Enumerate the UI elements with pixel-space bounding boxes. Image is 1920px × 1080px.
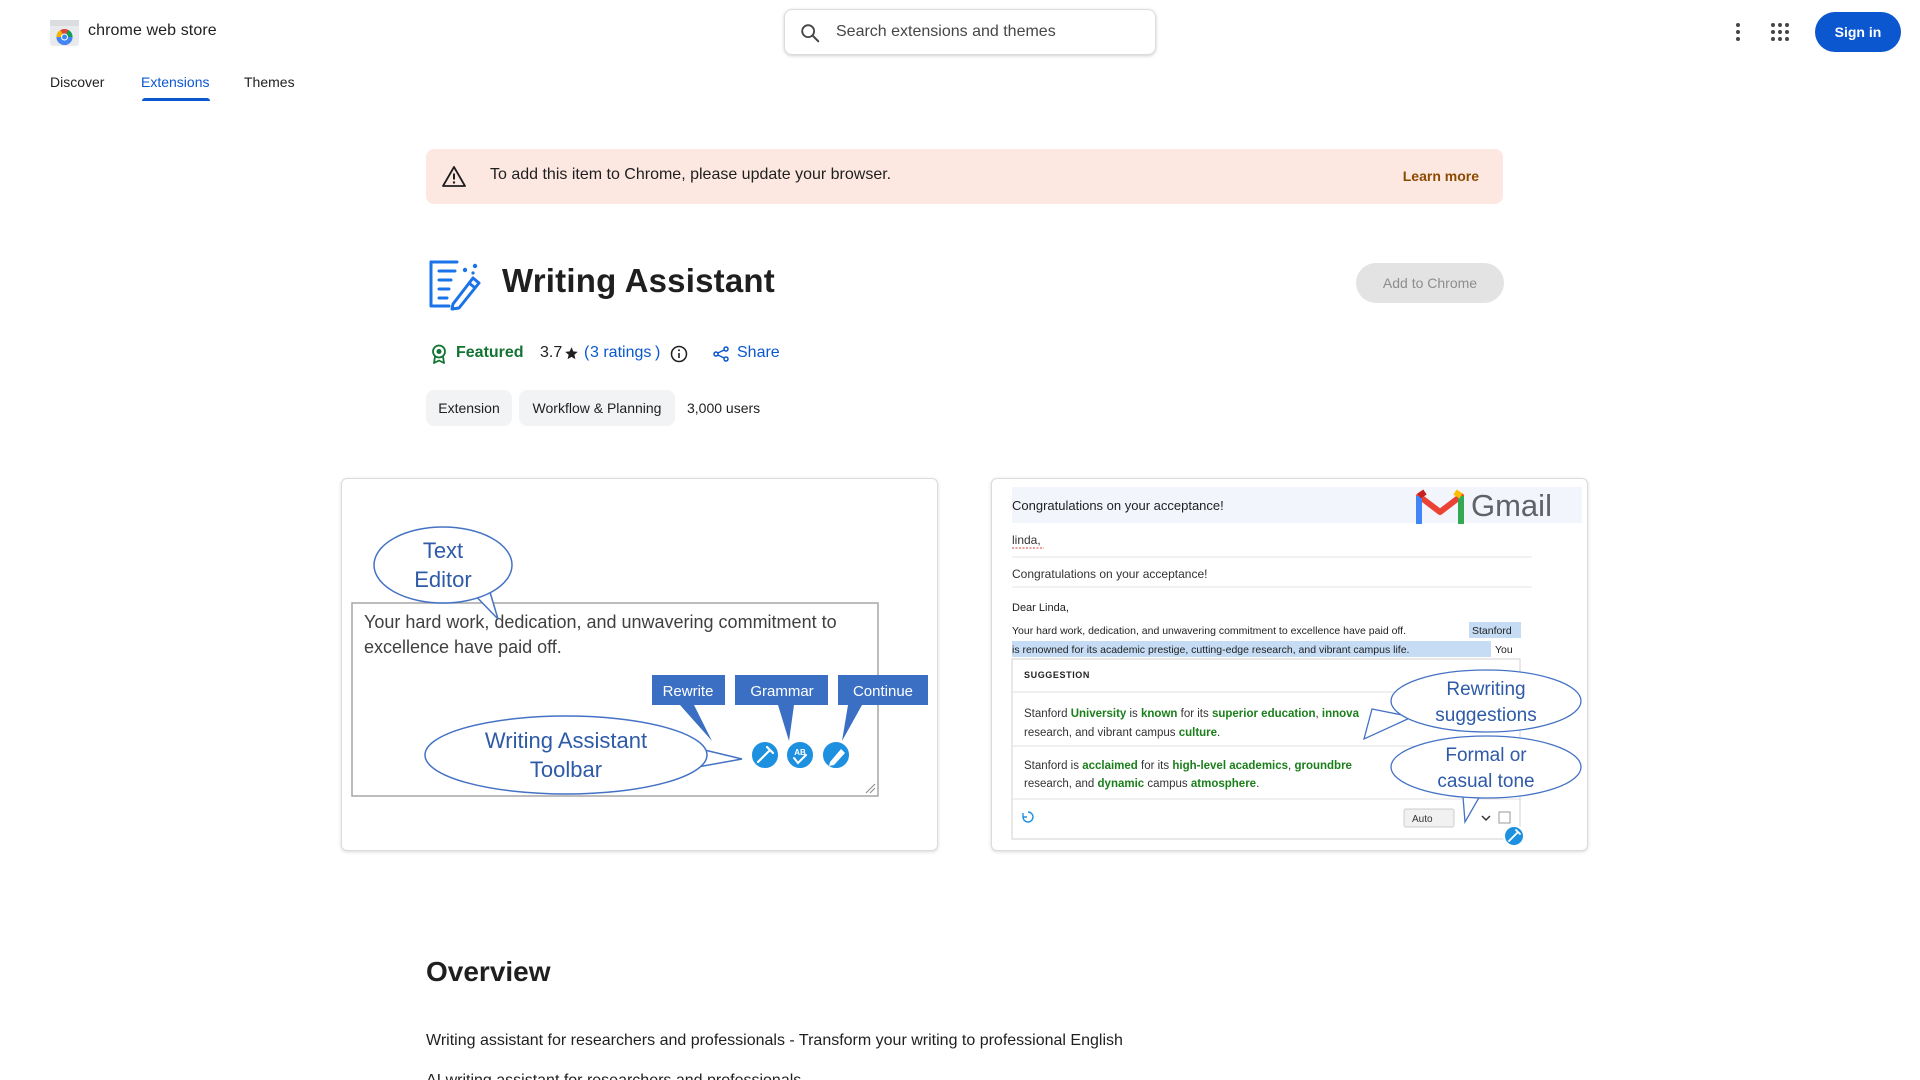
callout-tone-line2: casual tone	[1437, 771, 1534, 792]
editor-text-line2: excellence have paid off.	[364, 637, 562, 657]
tab-extensions[interactable]: Extensions	[141, 74, 209, 90]
toolbar-continue-label[interactable]: Continue	[853, 683, 913, 700]
add-to-chrome-button[interactable]: Add to Chrome	[1356, 263, 1504, 303]
suggestion-1-line1[interactable]: Stanford University is known for its sup…	[1024, 708, 1360, 720]
callout-tone-line1: Formal or	[1445, 745, 1527, 766]
warning-icon	[442, 166, 466, 187]
share-link[interactable]: Share	[737, 344, 780, 362]
active-tab-indicator	[142, 98, 210, 101]
callout-toolbar-line1: Writing Assistant	[485, 728, 647, 753]
tone-select-value: Auto	[1412, 814, 1433, 825]
banner-message: To add this item to Chrome, please updat…	[490, 166, 892, 183]
overview-description-line1: Writing assistant for researchers and pr…	[426, 1032, 1123, 1049]
suggestion-2-line2[interactable]: research, and dynamic campus atmosphere.	[1024, 778, 1259, 790]
extension-meta: Featured 3.7 ( 3 ratings ) Share	[430, 342, 930, 366]
sign-in-button[interactable]: Sign in	[1815, 12, 1901, 52]
search-icon[interactable]	[799, 22, 821, 44]
screenshot-2-canvas: Congratulations on your acceptance! Gmai…	[1011, 487, 1582, 847]
gmail-body-line2: You	[1495, 644, 1513, 656]
user-count: 3,000 users	[687, 400, 761, 416]
writing-assistant-logo-icon	[429, 260, 481, 311]
screenshot-1-canvas: Your hard work, dedication, and unwaveri…	[351, 526, 928, 797]
ratings-paren-close: )	[655, 344, 661, 361]
gmail-subject-line: Congratulations on your acceptance!	[1012, 567, 1207, 581]
gmail-greeting: Dear Linda,	[1012, 602, 1069, 614]
chip-extension[interactable]: Extension	[426, 390, 512, 426]
suggestion-header: SUGGESTION	[1024, 670, 1090, 680]
suggestion-2-line1[interactable]: Stanford is acclaimed for its high-level…	[1024, 760, 1352, 772]
gmail-wordmark: Gmail	[1471, 488, 1552, 523]
tab-themes[interactable]: Themes	[244, 74, 295, 90]
overview-heading: Overview	[426, 956, 551, 987]
callout-rewriting-line2: suggestions	[1435, 705, 1536, 726]
star-icon	[565, 347, 578, 360]
gmail-subject: Congratulations on your acceptance!	[1012, 498, 1224, 513]
toolbar-rewrite-label[interactable]: Rewrite	[663, 683, 714, 700]
google-apps-icon[interactable]	[1768, 20, 1792, 44]
info-icon[interactable]	[670, 345, 688, 363]
gmail-to: linda,	[1012, 533, 1041, 547]
callout-toolbar-line2: Toolbar	[530, 757, 602, 782]
search-box[interactable]	[784, 9, 1156, 55]
store-name[interactable]: chrome web store	[88, 22, 217, 40]
chip-workflow-planning[interactable]: Workflow & Planning	[519, 390, 675, 426]
tab-discover[interactable]: Discover	[50, 74, 104, 90]
gmail-body-highlight1: Stanford	[1472, 625, 1512, 637]
extension-title: Writing Assistant	[502, 262, 775, 299]
update-browser-banner: To add this item to Chrome, please updat…	[426, 149, 1503, 204]
toolbar-grammar-label[interactable]: Grammar	[750, 683, 813, 700]
gmail-body-line1: Your hard work, dedication, and unwaveri…	[1012, 625, 1406, 637]
callout-editor-line1: Text	[423, 538, 463, 563]
callout-rewriting-line1: Rewriting	[1446, 679, 1525, 700]
editor-text-line1: Your hard work, dedication, and unwaveri…	[364, 612, 837, 632]
screenshot-gmail[interactable]: Congratulations on your acceptance! Gmai…	[991, 478, 1588, 851]
callout-editor-line2: Editor	[414, 567, 471, 592]
ratings-paren-open: (	[584, 344, 590, 361]
gmail-body-highlight2: is renowned for its academic prestige, c…	[1012, 644, 1409, 656]
suggestion-1-line2[interactable]: research, and vibrant campus culture.	[1024, 727, 1220, 739]
featured-badge-icon	[432, 344, 446, 364]
share-icon[interactable]	[713, 346, 729, 362]
featured-label[interactable]: Featured	[456, 344, 524, 362]
chrome-web-store-logo-icon[interactable]	[50, 20, 79, 46]
search-input[interactable]	[836, 18, 1136, 46]
ratings-link[interactable]: 3 ratings	[590, 344, 651, 362]
learn-more-link[interactable]: Learn more	[1403, 168, 1479, 184]
rating-value: 3.7	[540, 344, 563, 361]
overview-description-line2: AI writing assistant for researchers and…	[426, 1072, 801, 1080]
top-header: chrome web store Sign in	[0, 0, 1920, 64]
screenshot-text-editor[interactable]: Your hard work, dedication, and unwaveri…	[341, 478, 938, 851]
more-vert-icon[interactable]	[1726, 18, 1750, 46]
